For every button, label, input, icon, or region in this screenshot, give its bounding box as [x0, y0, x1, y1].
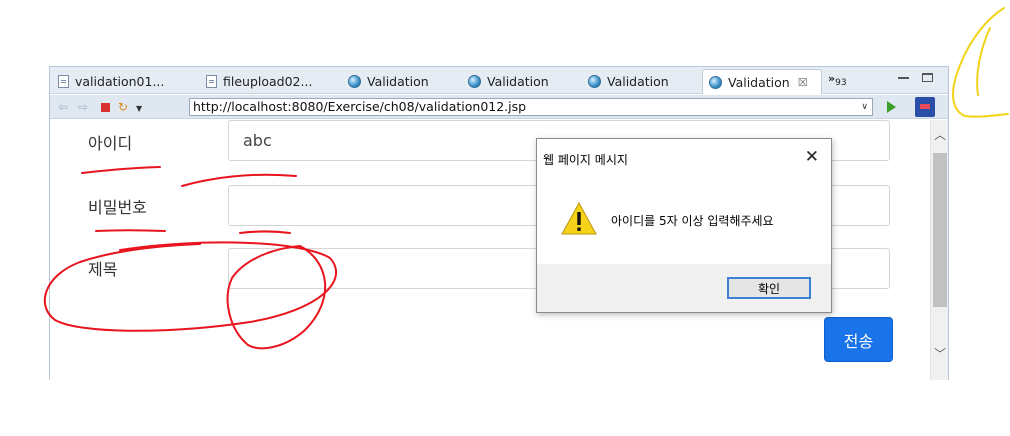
editor-tab-bar: validation01... fileupload02... Validati…	[50, 67, 948, 94]
tab-label: Validation	[487, 74, 549, 89]
external-browser-icon[interactable]	[915, 97, 935, 117]
close-icon[interactable]: ☒	[798, 76, 808, 89]
tab-label: Validation	[607, 74, 669, 89]
tab-validation01[interactable]: validation01...	[52, 69, 198, 94]
chevron-down-icon[interactable]: ﹀	[934, 345, 946, 362]
id-label: 아이디	[88, 134, 133, 153]
globe-icon	[588, 75, 601, 88]
tab-validation-1[interactable]: Validation	[342, 69, 460, 94]
stop-icon[interactable]	[101, 103, 110, 112]
dialog-title: 웹 페이지 메시지	[543, 153, 628, 167]
go-icon[interactable]	[887, 101, 896, 113]
back-icon[interactable]: ⇦	[58, 100, 68, 114]
minimize-icon[interactable]	[898, 73, 909, 79]
chevron-up-icon[interactable]: ︿	[934, 126, 946, 143]
url-input[interactable]: http://localhost:8080/Exercise/ch08/vali…	[189, 98, 873, 116]
yellow-mark	[952, 7, 1009, 118]
tab-label: Validation	[367, 74, 429, 89]
maximize-icon[interactable]	[922, 73, 933, 82]
yellow-mark	[976, 27, 991, 96]
globe-icon	[348, 75, 361, 88]
close-icon[interactable]: ✕	[805, 147, 819, 167]
scrollbar-thumb[interactable]	[933, 153, 947, 307]
tab-label: fileupload02...	[223, 74, 313, 89]
dialog-message: 아이디를 5자 이상 입력해주세요	[611, 214, 774, 228]
password-label: 비밀번호	[88, 198, 147, 217]
screen: validation01... fileupload02... Validati…	[0, 0, 1010, 436]
globe-icon	[709, 75, 722, 89]
ok-button[interactable]: 확인	[727, 277, 811, 299]
id-input-value: abc	[243, 131, 272, 150]
dialog-footer: 확인	[537, 264, 831, 312]
chevron-down-icon[interactable]: ∨	[861, 99, 868, 115]
tab-validation-3[interactable]: Validation	[582, 69, 700, 94]
url-text: http://localhost:8080/Exercise/ch08/vali…	[193, 99, 527, 114]
tab-overflow-button[interactable]: »93	[828, 72, 847, 88]
tab-validation-2[interactable]: Validation	[462, 69, 580, 94]
file-icon	[58, 75, 69, 88]
globe-icon	[468, 75, 481, 88]
overflow-count: 93	[835, 78, 847, 89]
tab-label: Validation	[728, 74, 790, 90]
forward-icon[interactable]: ⇨	[78, 100, 88, 114]
file-icon	[206, 75, 217, 88]
subject-label: 제목	[88, 260, 118, 279]
tab-validation-active[interactable]: Validation ☒	[702, 69, 822, 94]
tab-fileupload02[interactable]: fileupload02...	[200, 69, 340, 94]
warning-icon	[561, 201, 597, 235]
browser-toolbar: ⇦ ⇨ ↻ ▼ http://localhost:8080/Exercise/c…	[50, 95, 948, 119]
vertical-scrollbar[interactable]: ︿ ﹀	[930, 120, 948, 380]
tab-label: validation01...	[75, 74, 165, 89]
chevron-down-icon[interactable]: ▼	[136, 102, 142, 116]
refresh-icon[interactable]: ↻	[118, 100, 128, 114]
alert-dialog: 웹 페이지 메시지 ✕ 아이디를 5자 이상 입력해주세요 확인	[536, 138, 832, 313]
submit-button[interactable]: 전송	[824, 317, 893, 362]
